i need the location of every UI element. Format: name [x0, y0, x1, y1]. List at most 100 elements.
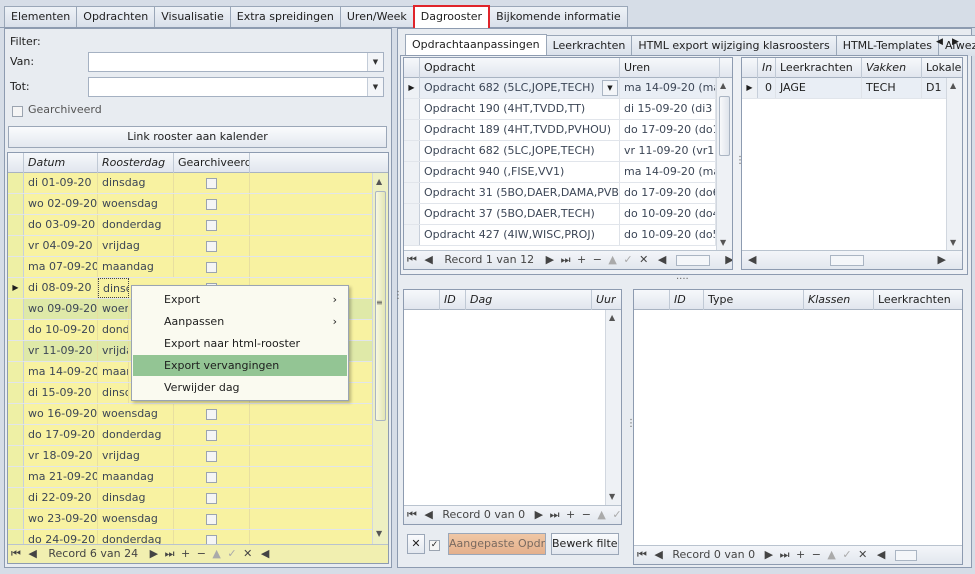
cell-gearchiveerd[interactable]	[174, 467, 250, 487]
cell-roosterdag[interactable]: vrijda	[98, 341, 129, 361]
nav-prev-icon[interactable]: ◀	[424, 251, 432, 269]
col-header-uur[interactable]: Uur	[592, 290, 621, 310]
table-row[interactable]: Opdracht 31 (5BO,DAER,DAMA,PVBOU) do 17-0…	[404, 183, 732, 204]
teacher-vertical-scrollbar[interactable]: ▲ ▼	[946, 78, 962, 252]
col-header-id[interactable]: ID	[440, 290, 466, 310]
nav-scroll-thumb[interactable]	[675, 254, 710, 266]
col-header-lokalen[interactable]: Lokalen	[922, 58, 962, 78]
nav-add-icon[interactable]: +	[796, 546, 805, 564]
tab-html-templates[interactable]: HTML-Templates	[835, 35, 939, 56]
table-row[interactable]: Opdracht 682 (5LC,JOPE,TECH) vr 11-09-20 …	[404, 141, 732, 162]
table-row[interactable]: ma 21-09-20 maandag	[8, 467, 388, 488]
cell-gearchiveerd[interactable]	[174, 215, 250, 235]
nav-last-icon[interactable]: ⏭	[550, 506, 560, 524]
cell-datum[interactable]: di 08-09-20	[24, 278, 98, 298]
scroll-down-icon[interactable]: ▼	[609, 492, 615, 501]
table-row[interactable]: vr 04-09-20 vrijdag	[8, 236, 388, 257]
col-header-leerkrachten[interactable]: Leerkrachten	[874, 290, 962, 310]
tab-visualisatie[interactable]: Visualisatie	[154, 6, 231, 27]
archived-checkbox[interactable]	[206, 492, 217, 504]
cell-datum[interactable]: di 15-09-20	[24, 383, 98, 403]
link-calendar-button[interactable]: Link rooster aan kalender	[8, 126, 387, 148]
cell-uren[interactable]: do 17-09-20 (do1 -	[620, 120, 716, 140]
archived-checkbox[interactable]	[206, 450, 217, 462]
cell-roosterdag[interactable]: vrijdag	[98, 236, 174, 256]
archived-checkbox[interactable]	[206, 261, 217, 273]
cell-gearchiveerd[interactable]	[174, 404, 250, 424]
van-dropdown-button[interactable]: ▼	[367, 53, 383, 71]
nav-remove-icon[interactable]: −	[593, 251, 602, 269]
cell-roosterdag[interactable]: woensdag	[98, 194, 174, 214]
nav-prev-icon[interactable]: ◀	[28, 545, 36, 563]
nav-scroll-left-icon[interactable]: ◀	[261, 545, 269, 563]
menu-item-aanpassen[interactable]: Aanpassen ›	[133, 311, 347, 332]
edit-filter-button[interactable]: Bewerk filter	[551, 533, 619, 555]
nav-scroll-thumb[interactable]	[829, 254, 864, 266]
cell-in[interactable]: 0	[758, 78, 776, 98]
checkbox-box[interactable]: ✓	[429, 539, 440, 551]
table-row[interactable]: ▶ Opdracht 682 (5LC,JOPE,TECH) ma 14-09-20…	[404, 78, 732, 99]
cell-opdracht[interactable]: Opdracht 682 (5LC,JOPE,TECH)	[420, 78, 620, 98]
scroll-thumb[interactable]	[719, 96, 730, 156]
archived-checkbox[interactable]	[206, 513, 217, 525]
nav-next-icon[interactable]: ▶	[150, 545, 158, 563]
archived-checkbox[interactable]	[206, 198, 217, 210]
cell-opdracht[interactable]: Opdracht 31 (5BO,DAER,DAMA,PVBOU)	[420, 183, 620, 203]
table-row[interactable]: Opdracht 37 (5BO,DAER,TECH) do 10-09-20 (…	[404, 204, 732, 225]
van-date-input[interactable]: ▼	[88, 52, 384, 72]
cell-datum[interactable]: di 01-09-20	[24, 173, 98, 193]
tab-opdrachtaanpassingen[interactable]: Opdrachtaanpassingen	[405, 34, 547, 56]
cell-uren[interactable]: do 10-09-20 (do4)	[620, 204, 716, 224]
opdracht-dropdown-button[interactable]: ▼	[602, 80, 618, 96]
cell-roosterdag[interactable]: woensdag	[98, 404, 174, 424]
table-row[interactable]: ▶ 0 JAGE TECH D1	[742, 78, 962, 99]
nav-next-icon[interactable]: ▶	[535, 506, 543, 524]
cell-uren[interactable]: di 15-09-20 (di3 -	[620, 99, 716, 119]
nav-first-icon[interactable]: ⏮	[11, 545, 21, 563]
horizontal-splitter-grip-icon[interactable]: ····	[676, 274, 689, 285]
tab-dagrooster[interactable]: Dagrooster	[412, 5, 491, 28]
cell-opdracht[interactable]: Opdracht 37 (5BO,DAER,TECH)	[420, 204, 620, 224]
cell-opdracht[interactable]: Opdracht 427 (4IW,WISC,PROJ)	[420, 225, 620, 245]
cell-datum[interactable]: do 17-09-20	[24, 425, 98, 445]
cell-opdracht[interactable]: Opdracht 189 (4HT,TVDD,PVHOU)	[420, 120, 620, 140]
archived-filter-checkbox[interactable]	[12, 104, 23, 117]
archived-checkbox[interactable]	[206, 177, 217, 189]
cell-gearchiveerd[interactable]	[174, 173, 250, 193]
nav-scroll-thumb[interactable]	[894, 549, 917, 561]
cell-opdracht[interactable]: Opdracht 682 (5LC,JOPE,TECH)	[420, 141, 620, 161]
nav-cancel-icon[interactable]: ✕	[243, 545, 252, 563]
nav-last-icon[interactable]: ⏭	[165, 545, 175, 563]
scroll-down-icon[interactable]: ▼	[950, 238, 956, 247]
cell-roosterdag[interactable]: dinsd	[98, 278, 129, 298]
tab-opdrachten[interactable]: Opdrachten	[76, 6, 156, 27]
cell-gearchiveerd[interactable]	[174, 425, 250, 445]
cell-roosterdag[interactable]: dinsdag	[98, 488, 174, 508]
nav-up-icon[interactable]: ▲	[212, 545, 220, 563]
nav-check-icon[interactable]: ✓	[227, 545, 236, 563]
col-header-leerkrachten[interactable]: Leerkrachten	[776, 58, 862, 78]
cell-roosterdag[interactable]: donde	[98, 320, 129, 340]
archived-checkbox[interactable]	[206, 240, 217, 252]
nav-first-icon[interactable]: ⏮	[637, 546, 647, 564]
cell-datum[interactable]: ma 14-09-20	[24, 362, 98, 382]
opdracht-vertical-scrollbar[interactable]: ▲ ▼	[716, 78, 732, 252]
cell-gearchiveerd[interactable]	[174, 257, 250, 277]
nav-prev-icon[interactable]: ◀	[424, 506, 432, 524]
checkbox-box[interactable]	[12, 105, 23, 117]
cell-roosterdag[interactable]: vrijdag	[98, 446, 174, 466]
nav-next-icon[interactable]: ▶	[765, 546, 773, 564]
tab-scroll-right-icon[interactable]: ▶	[952, 37, 959, 47]
cell-leerkracht[interactable]: JAGE	[776, 78, 862, 98]
table-row[interactable]: Opdracht 427 (4IW,WISC,PROJ) do 10-09-20 …	[404, 225, 732, 246]
aangepaste-opdrachten-toggle[interactable]: Aangepaste Opdra	[448, 533, 546, 555]
archived-checkbox[interactable]	[206, 471, 217, 483]
table-row[interactable]: Opdracht 940 (,FISE,VV1)ma 14-09-20 (ma1	[404, 162, 732, 183]
archived-checkbox[interactable]	[206, 429, 217, 441]
cell-datum[interactable]: ma 07-09-20	[24, 257, 98, 277]
table-row[interactable]: ma 07-09-20 maandag	[8, 257, 388, 278]
tot-date-input[interactable]: ▼	[88, 77, 384, 97]
nav-scroll-right-icon[interactable]: ▶	[725, 251, 732, 269]
cell-datum[interactable]: wo 23-09-20	[24, 509, 98, 529]
nav-next-icon[interactable]: ▶	[546, 251, 554, 269]
